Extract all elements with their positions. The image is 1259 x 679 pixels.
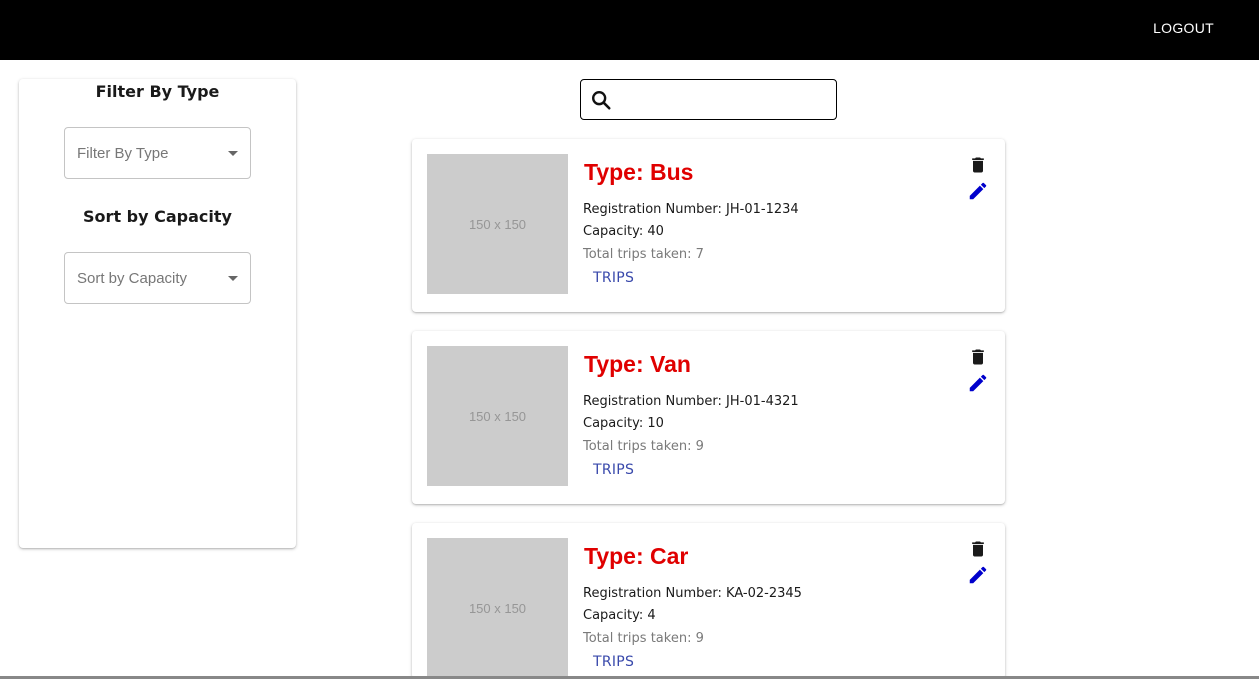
vehicle-image-placeholder: 150 x 150	[427, 154, 568, 294]
vehicle-registration: Registration Number: KA-02-2345	[583, 586, 802, 601]
vehicle-image-placeholder: 150 x 150	[427, 538, 568, 678]
edit-pencil-icon[interactable]	[967, 372, 989, 399]
filter-select-placeholder: Filter By Type	[77, 145, 169, 162]
vehicle-trips-taken: Total trips taken: 9	[583, 439, 704, 454]
trips-button[interactable]: TRIPS	[584, 462, 643, 478]
vehicle-card: 150 x 150 Type: Van Registration Number:…	[412, 331, 1005, 504]
trips-button[interactable]: TRIPS	[584, 270, 643, 286]
sort-select-placeholder: Sort by Capacity	[77, 270, 188, 287]
vehicle-registration: Registration Number: JH-01-4321	[583, 394, 799, 409]
vehicle-type-title: Type: Van	[584, 351, 691, 377]
vehicle-registration: Registration Number: JH-01-1234	[583, 202, 799, 217]
vehicle-card: 150 x 150 Type: Bus Registration Number:…	[412, 139, 1005, 312]
dropdown-caret-icon	[228, 151, 238, 156]
edit-pencil-icon[interactable]	[967, 180, 989, 207]
vehicle-capacity: Capacity: 40	[583, 224, 664, 239]
search-input[interactable]	[619, 86, 829, 114]
vehicle-image-placeholder: 150 x 150	[427, 346, 568, 486]
logout-button[interactable]: LOGOUT	[1138, 18, 1229, 38]
vehicle-capacity: Capacity: 10	[583, 416, 664, 431]
delete-trash-icon[interactable]	[968, 347, 988, 372]
delete-trash-icon[interactable]	[968, 155, 988, 180]
filter-by-type-select[interactable]: Filter By Type	[64, 127, 251, 179]
search-box[interactable]	[580, 79, 837, 120]
vehicle-capacity: Capacity: 4	[583, 608, 656, 623]
vehicle-trips-taken: Total trips taken: 7	[583, 247, 704, 262]
vehicle-type-title: Type: Bus	[584, 159, 694, 185]
delete-trash-icon[interactable]	[968, 539, 988, 564]
trips-button[interactable]: TRIPS	[584, 654, 643, 670]
vehicle-type-title: Type: Car	[584, 543, 689, 569]
dropdown-caret-icon	[228, 276, 238, 281]
search-icon	[590, 89, 612, 116]
filter-heading: Filter By Type	[95, 82, 220, 101]
sort-by-capacity-select[interactable]: Sort by Capacity	[64, 252, 251, 304]
vehicle-card: 150 x 150 Type: Car Registration Number:…	[412, 523, 1005, 679]
sort-heading: Sort by Capacity	[83, 207, 232, 226]
filter-sidebar: Filter By Type Filter By Type Sort by Ca…	[19, 79, 296, 548]
top-app-bar: LOGOUT	[0, 0, 1259, 60]
vehicle-trips-taken: Total trips taken: 9	[583, 631, 704, 646]
edit-pencil-icon[interactable]	[967, 564, 989, 591]
